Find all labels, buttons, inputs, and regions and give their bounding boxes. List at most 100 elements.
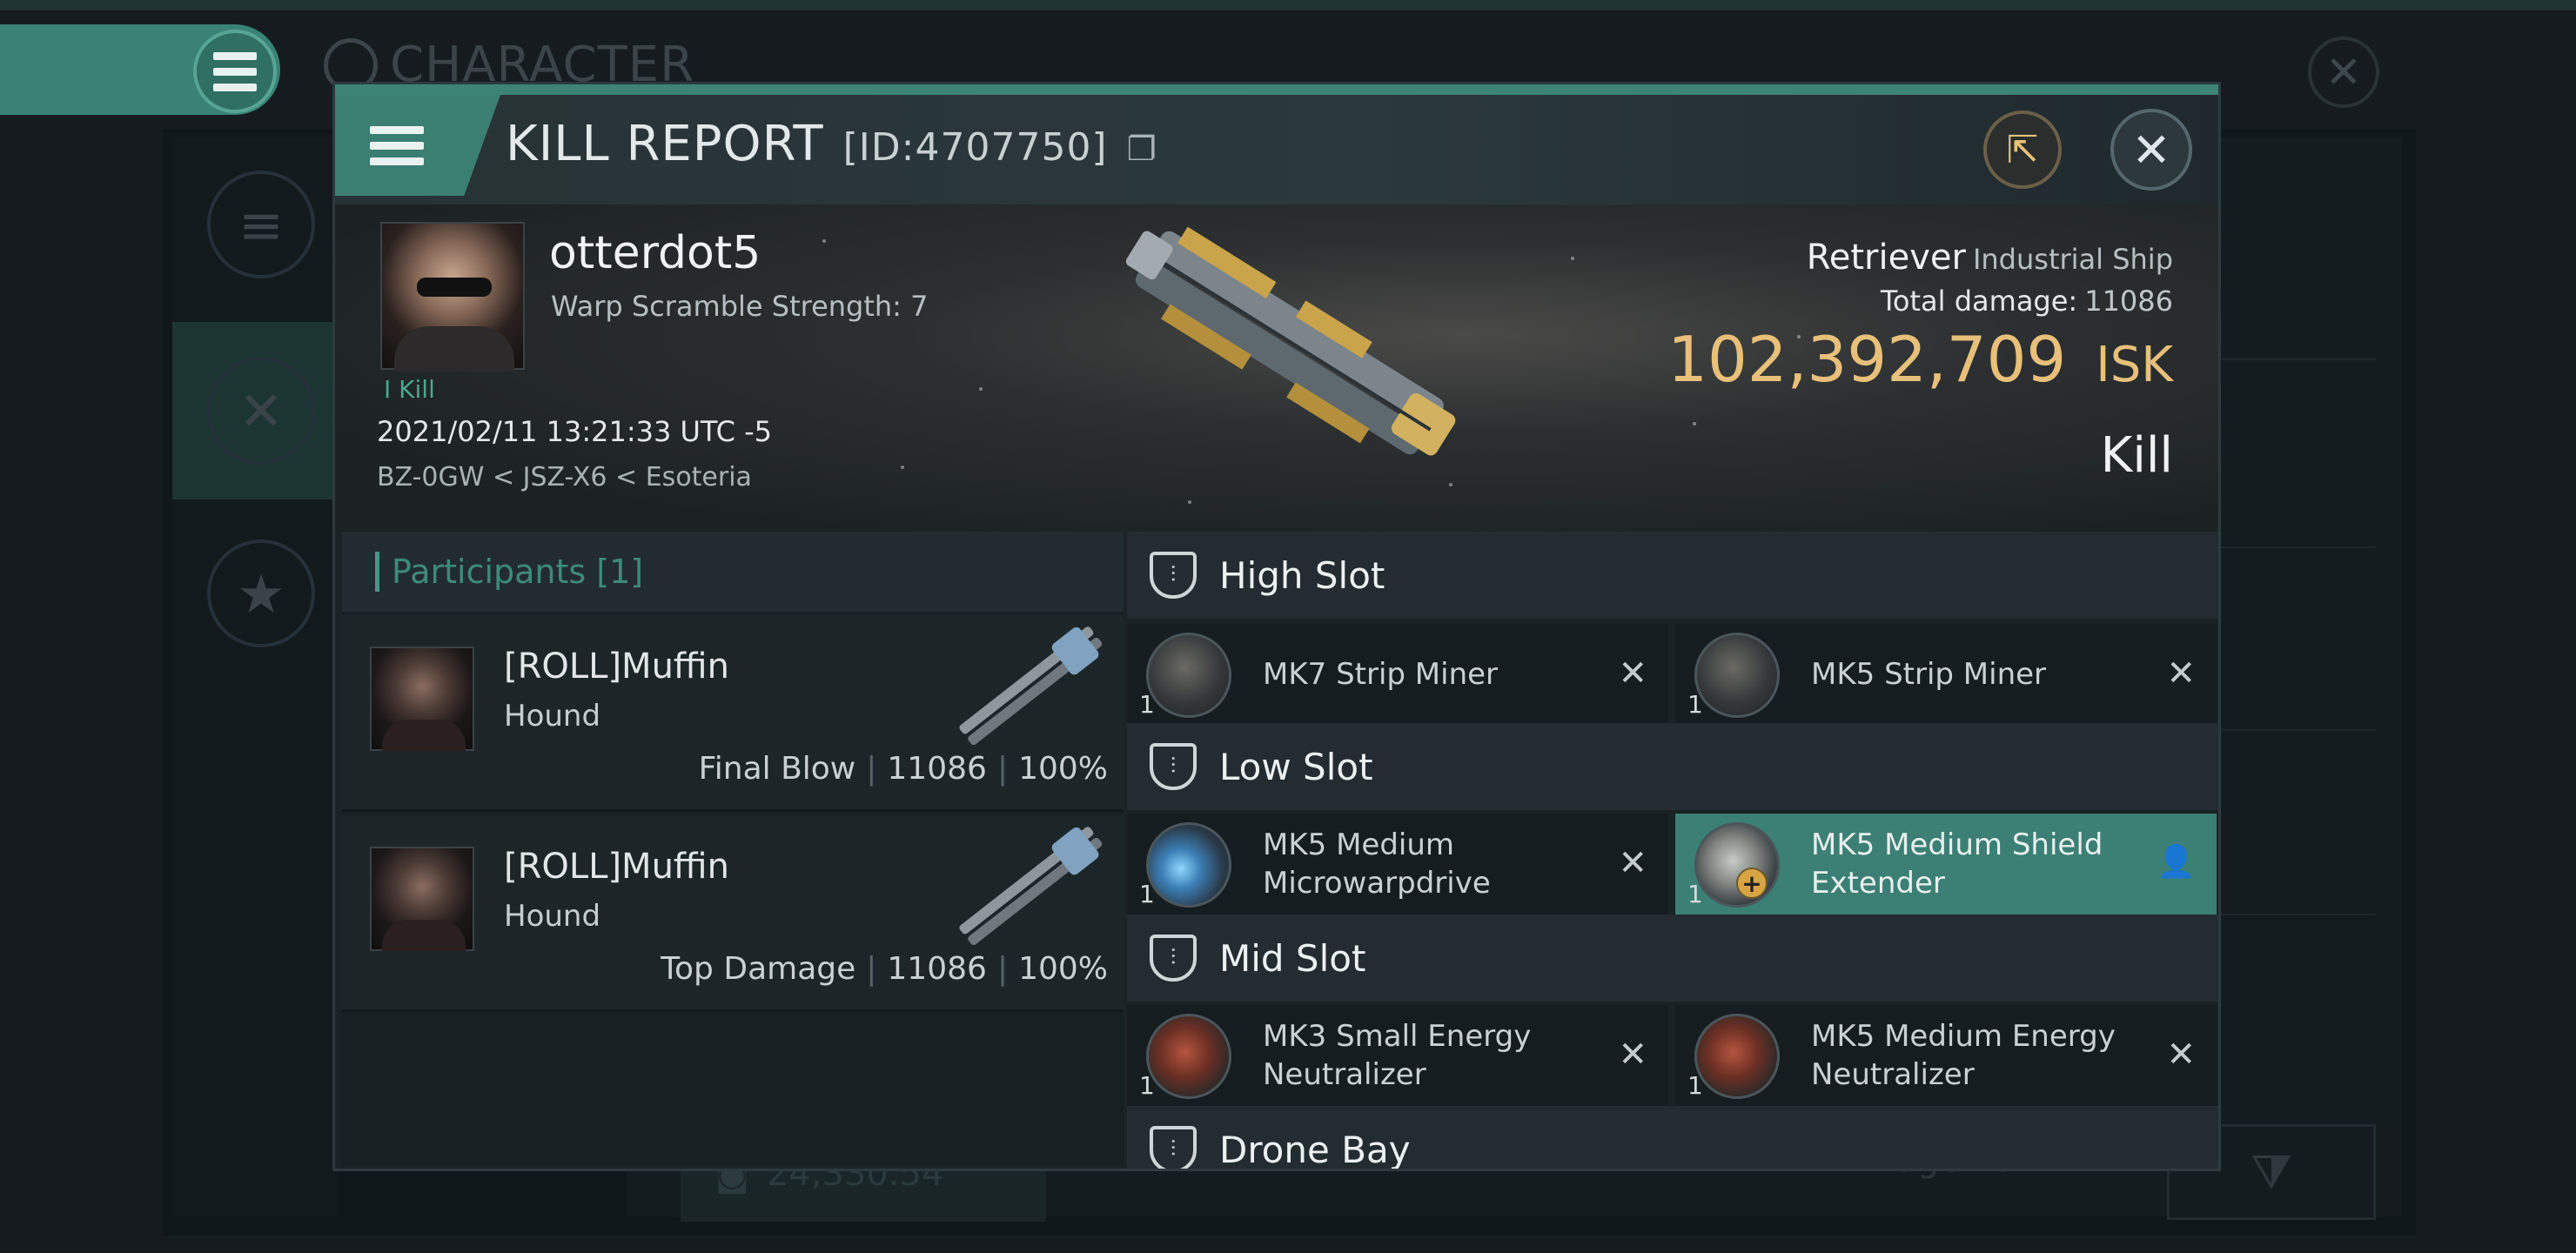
fitting-panel: ⫶ High Slot 1 MK7 Strip Miner ✕ 1 MK5 St…: [1127, 532, 2218, 1171]
participant-ship-render: [959, 626, 1103, 746]
modal-accent-line: [335, 84, 2218, 95]
ship-render: [1125, 226, 1456, 456]
participant-role: Final Blow: [698, 751, 856, 787]
module-quantity: 1: [1139, 880, 1155, 908]
participant-ship: Hound: [504, 699, 601, 734]
warp-scramble-strength: Warp Scramble Strength: 7: [551, 290, 929, 323]
strip-miner-icon: [1146, 633, 1231, 718]
drone-bay-icon: ⫶: [1150, 1126, 1197, 1169]
kill-tag: I Kill: [384, 375, 435, 404]
participant-portrait[interactable]: [370, 647, 474, 751]
filter-icon: ⧩: [2250, 1144, 2293, 1199]
kill-timestamp: 2021/02/11 13:21:33 UTC -5: [377, 415, 773, 448]
drone-bay-header: ⫶ Drone Bay: [1127, 1106, 2218, 1171]
module-item[interactable]: 1 MK5 Medium Microwarpdrive ✕: [1127, 814, 1668, 916]
low-slot-title: Low Slot: [1219, 745, 1373, 788]
module-name-line: Neutralizer: [1263, 1057, 1426, 1092]
background-sidebar: [172, 137, 338, 1216]
victim-portrait[interactable]: [380, 222, 525, 372]
module-name: MK7 Strip Miner: [1263, 657, 1499, 692]
drone-bay-title: Drone Bay: [1219, 1128, 1411, 1171]
destroyed-icon: ✕: [1618, 1035, 1647, 1075]
kill-report-id: [ID:4707750]: [842, 125, 1108, 170]
module-name-line: Microwarpdrive: [1263, 866, 1491, 901]
microwarpdrive-icon: [1146, 822, 1231, 908]
mid-slot-header: ⫶ Mid Slot: [1127, 915, 2218, 1002]
list-icon[interactable]: ≡: [207, 171, 315, 278]
kill-location[interactable]: BZ-0GW < JSZ-X6 < Esoteria: [377, 462, 752, 492]
copy-icon[interactable]: ❐: [1127, 130, 1157, 168]
participant-percent: 100%: [1018, 951, 1108, 987]
participants-title: Participants [1]: [392, 553, 644, 591]
module-name-line: Extender: [1811, 866, 1945, 901]
isk-unit: ISK: [2096, 337, 2173, 393]
shield-extender-icon: [1694, 822, 1780, 908]
participant-stats: Top Damage | 11086 | 100%: [661, 951, 1108, 987]
module-item[interactable]: + 1 MK5 Medium Shield Extender 👤: [1675, 814, 2217, 916]
destroyed-icon: ✕: [2166, 1035, 2196, 1075]
background-close-button[interactable]: ✕: [2308, 37, 2379, 108]
main-menu-button[interactable]: [193, 30, 277, 113]
mid-slot-title: Mid Slot: [1219, 936, 1366, 980]
module-item[interactable]: 1 MK5 Medium Energy Neutralizer ✕: [1675, 1005, 2217, 1108]
high-slot-title: High Slot: [1219, 553, 1385, 597]
participants-header[interactable]: Participants [1]: [342, 532, 1124, 612]
module-name: MK5 Medium Shield Extender: [1811, 826, 2103, 902]
hamburger-icon: [213, 51, 257, 91]
destroyed-icon: ✕: [1618, 843, 1647, 883]
ship-info[interactable]: Retriever Industrial Ship: [1807, 238, 2173, 278]
isk-loss: 102,392,709 ISK: [1667, 323, 2173, 396]
participant-ship-render: [959, 827, 1103, 946]
participant-stats: Final Blow | 11086 | 100%: [698, 751, 1108, 787]
participant-role: Top Damage: [661, 951, 856, 987]
crossed-swords-icon[interactable]: ✕: [207, 357, 315, 465]
module-item[interactable]: 1 MK7 Strip Miner ✕: [1127, 624, 1668, 727]
module-item[interactable]: 1 MK3 Small Energy Neutralizer ✕: [1127, 1005, 1668, 1108]
modal-title: KILL REPORT [ID:4707750] ❐: [506, 116, 1157, 172]
participant-name: [ROLL]Muffin: [504, 647, 729, 687]
strip-miner-icon: [1694, 633, 1780, 718]
participant-portrait[interactable]: [370, 847, 474, 951]
module-quantity: 1: [1139, 1071, 1155, 1100]
participant-ship: Hound: [504, 899, 601, 934]
victim-name[interactable]: otterdot5: [549, 227, 761, 279]
external-share-icon: ⇱: [2006, 127, 2039, 172]
plus-icon: +: [1736, 868, 1768, 899]
module-item[interactable]: 1 MK5 Strip Miner ✕: [1675, 624, 2217, 727]
participants-panel: Participants [1] [ROLL]Muffin Hound Fina…: [342, 532, 1124, 1165]
participant-row[interactable]: [ROLL]Muffin Hound Final Blow | 11086 | 100%: [342, 615, 1124, 812]
person-icon: 👤: [2157, 844, 2196, 880]
destroyed-icon: ✕: [2166, 653, 2196, 694]
participant-percent: 100%: [1018, 751, 1108, 787]
module-name-line: Neutralizer: [1811, 1057, 1975, 1092]
module-name: MK5 Medium Energy Neutralizer: [1811, 1017, 2116, 1094]
background-top-bar: [0, 0, 2576, 10]
total-damage-label: Total damage:: [1880, 285, 2078, 318]
participant-damage: 11086: [887, 951, 987, 987]
module-name-line: MK3 Small Energy: [1263, 1019, 1532, 1054]
participant-damage: 11086: [887, 751, 987, 787]
kill-result: Kill: [2100, 427, 2173, 484]
isk-value: 102,392,709: [1667, 323, 2067, 396]
header-marker: [375, 552, 379, 592]
kill-summary: otterdot5 Warp Scramble Strength: 7 I Ki…: [335, 204, 2218, 532]
module-name: MK5 Strip Miner: [1811, 657, 2047, 692]
share-button[interactable]: ⇱: [1983, 111, 2062, 189]
ship-name: Retriever: [1806, 238, 1966, 278]
close-button[interactable]: ✕: [2110, 109, 2192, 191]
module-name-line: MK5 Medium Energy: [1811, 1019, 2116, 1054]
hamburger-icon: [370, 125, 424, 165]
module-quantity: 1: [1687, 1071, 1703, 1100]
high-slot-icon: ⫶: [1150, 552, 1197, 599]
module-name: MK3 Small Energy Neutralizer: [1263, 1017, 1531, 1094]
ship-class: Industrial Ship: [1972, 243, 2173, 276]
star-icon[interactable]: ★: [207, 539, 315, 647]
module-name-line: MK5 Medium: [1263, 828, 1455, 862]
module-name-line: MK5 Medium Shield: [1811, 828, 2103, 862]
module-name: MK5 Medium Microwarpdrive: [1263, 826, 1491, 902]
total-damage: Total damage: 11086: [1881, 285, 2173, 318]
kill-report-title: KILL REPORT: [506, 116, 824, 172]
destroyed-icon: ✕: [1618, 653, 1647, 694]
participant-row[interactable]: [ROLL]Muffin Hound Top Damage | 11086 | 100%: [342, 815, 1124, 1012]
module-quantity: 1: [1687, 880, 1703, 908]
